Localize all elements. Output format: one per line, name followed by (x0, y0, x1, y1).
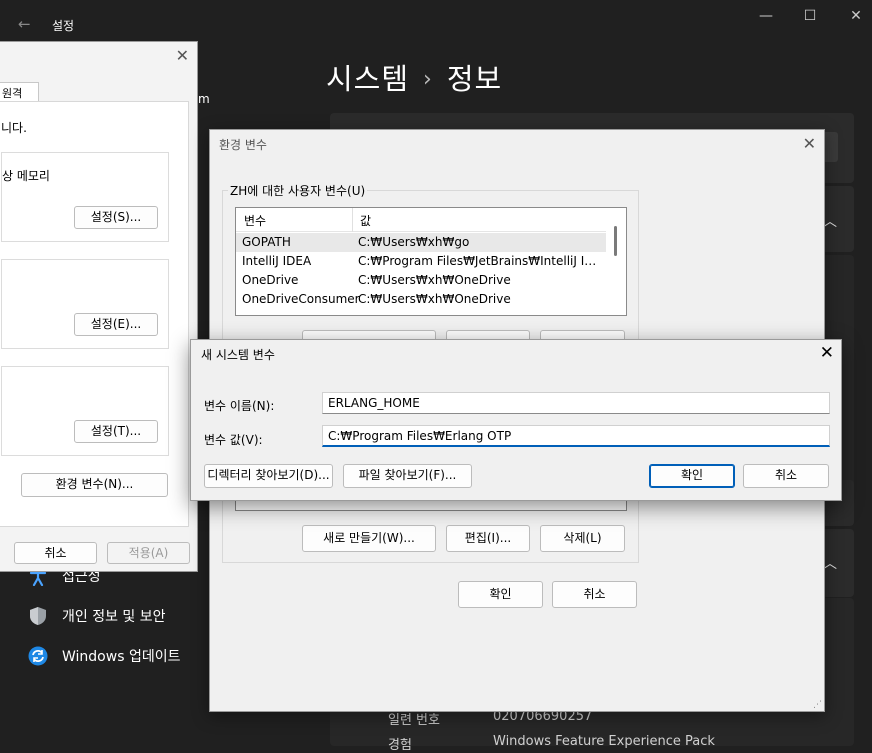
settings-titlebar: ← 설정 — ☐ ✕ (0, 0, 872, 44)
close-icon[interactable]: ✕ (176, 46, 189, 65)
maximize-icon[interactable]: ☐ (790, 8, 830, 28)
table-row[interactable]: OneDriveConsumer C:₩Users₩xh₩OneDrive (236, 290, 606, 309)
variable-name-input[interactable]: ERLANG_HOME (322, 392, 830, 414)
column-divider[interactable] (352, 208, 353, 232)
browse-directory-button[interactable]: 디렉터리 찾아보기(D)... (204, 464, 333, 488)
variable-name-label: 변수 이름(N): (204, 399, 275, 413)
row-value: C:₩Users₩xh₩go (358, 235, 470, 249)
apply-button[interactable]: 적용(A) (107, 542, 190, 564)
info-value: Windows Feature Experience Pack (493, 734, 715, 749)
nav-item-label: 개인 정보 및 보안 (62, 609, 166, 625)
row-value: C:₩Users₩xh₩OneDrive (358, 273, 511, 287)
chevron-up-icon[interactable]: ︿ (823, 553, 837, 573)
env-vars-button[interactable]: 환경 변수(N)... (21, 473, 168, 497)
row-name: OneDrive (242, 273, 299, 287)
group-text: 상 메모리 (2, 169, 50, 183)
intro-text: 니다. (1, 121, 27, 135)
column-header-variable[interactable]: 변수 (244, 212, 266, 229)
profiles-group: 설정(E)... (1, 259, 169, 349)
partial-text: m (198, 92, 210, 106)
row-value: C:₩Program Files₩JetBrains₩IntelliJ IDEA… (358, 254, 603, 268)
dialog-title: 새 시스템 변수 (201, 348, 275, 362)
app-title: 설정 (52, 19, 75, 33)
scrollbar-thumb[interactable] (614, 226, 617, 256)
variable-value-input[interactable]: C:₩Program Files₩Erlang OTP (322, 425, 830, 447)
table-row[interactable]: OneDrive C:₩Users₩xh₩OneDrive (236, 271, 606, 290)
cancel-button[interactable]: 취소 (743, 464, 829, 488)
nav-item-privacy[interactable]: 개인 정보 및 보안 (28, 604, 166, 628)
cancel-button[interactable]: 취소 (14, 542, 97, 564)
tab-remote[interactable]: 원격 (0, 82, 39, 102)
user-vars-list[interactable]: 변수 값 GOPATH C:₩Users₩xh₩go IntelliJ IDEA… (235, 207, 627, 316)
settings-t-button[interactable]: 설정(T)... (74, 420, 158, 443)
startup-group: 설정(T)... (1, 366, 169, 456)
row-name: GOPATH (242, 235, 291, 249)
tab-panel: 니다. 상 메모리 설정(S)... 설정(E)... 설정(T)... 환경 … (0, 101, 189, 527)
edit-button[interactable]: 편집(I)... (446, 525, 530, 552)
close-icon[interactable]: ✕ (820, 343, 834, 363)
breadcrumb-current: 정보 (446, 62, 503, 96)
settings-s-button[interactable]: 설정(S)... (74, 206, 158, 229)
new-button[interactable]: 새로 만들기(W)... (302, 525, 436, 552)
resize-grip-icon[interactable]: ⋰ (813, 700, 822, 710)
info-label: 경험 (388, 738, 412, 753)
system-properties-dialog: ✕ 원격 니다. 상 메모리 설정(S)... 설정(E)... 설정(T)..… (0, 41, 198, 572)
close-icon[interactable]: ✕ (803, 134, 816, 153)
variable-value-label: 변수 값(V): (204, 433, 263, 447)
user-vars-group-label: ZH에 대한 사용자 변수(U) (228, 182, 368, 199)
list-header: 변수 값 (236, 208, 606, 232)
shield-icon (28, 606, 48, 626)
delete-button[interactable]: 삭제(L) (540, 525, 625, 552)
breadcrumb-parent[interactable]: 시스템 (326, 62, 409, 96)
ok-button[interactable]: 확인 (458, 581, 543, 608)
minimize-icon[interactable]: — (746, 8, 786, 28)
column-header-value[interactable]: 값 (360, 212, 371, 229)
row-name: OneDriveConsumer (242, 292, 360, 306)
performance-group: 상 메모리 설정(S)... (1, 152, 169, 242)
chevron-up-icon[interactable]: ︿ (823, 211, 837, 231)
table-row[interactable]: IntelliJ IDEA C:₩Program Files₩JetBrains… (236, 252, 606, 271)
nav-item-windows-update[interactable]: Windows 업데이트 (28, 644, 180, 668)
cancel-button[interactable]: 취소 (552, 581, 637, 608)
close-icon[interactable]: ✕ (836, 8, 872, 28)
row-name: IntelliJ IDEA (242, 254, 312, 268)
new-system-variable-dialog: 새 시스템 변수 ✕ 변수 이름(N): ERLANG_HOME 변수 값(V)… (190, 339, 842, 501)
breadcrumb-separator-icon: › (423, 67, 433, 92)
nav-item-label: Windows 업데이트 (62, 649, 181, 665)
windows-update-icon (28, 646, 48, 666)
browse-file-button[interactable]: 파일 찾아보기(F)... (343, 464, 472, 488)
page-title: 시스템 › 정보 (326, 56, 502, 98)
back-arrow-icon[interactable]: ← (18, 15, 31, 33)
dialog-title: 환경 변수 (219, 138, 267, 152)
settings-e-button[interactable]: 설정(E)... (74, 313, 158, 336)
table-row[interactable]: GOPATH C:₩Users₩xh₩go (236, 233, 606, 252)
ok-button[interactable]: 확인 (649, 464, 735, 488)
row-value: C:₩Users₩xh₩OneDrive (358, 292, 511, 306)
